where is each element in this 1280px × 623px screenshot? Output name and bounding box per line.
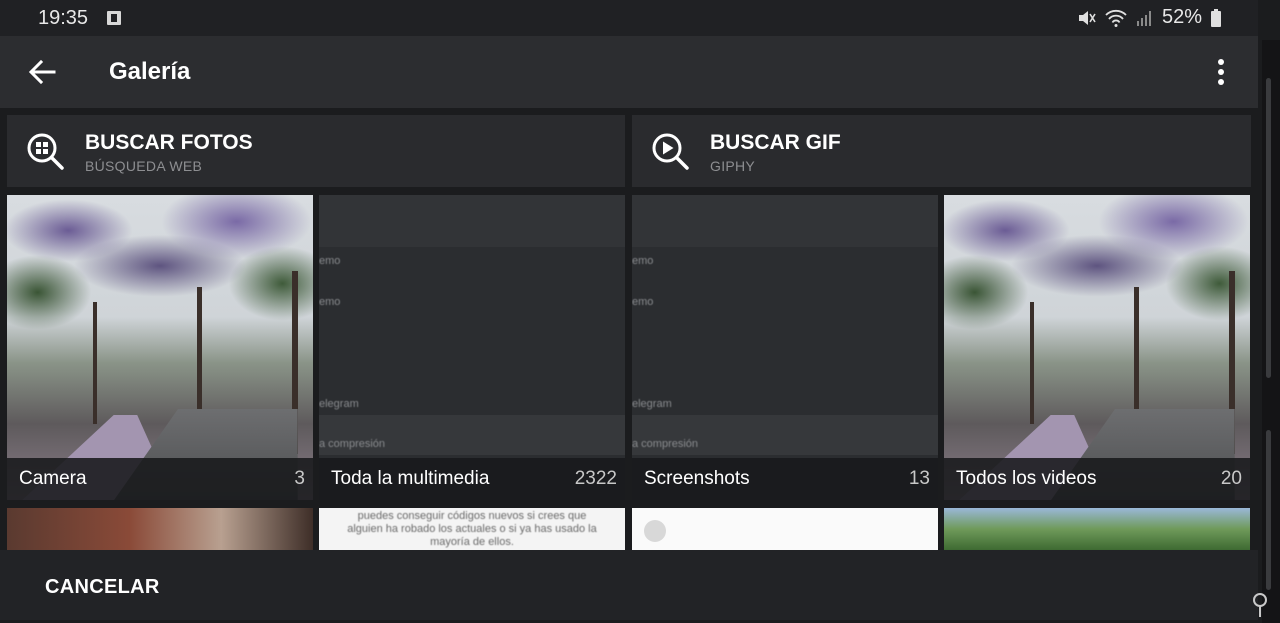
album-tile-partial[interactable]: puedes conseguir códigos nuevos si crees… — [319, 508, 625, 550]
album-thumbnail — [7, 195, 313, 500]
notification-icon — [107, 11, 121, 25]
search-photos-title: BUSCAR FOTOS — [85, 131, 253, 154]
album-caption: Screenshots 13 — [632, 458, 938, 500]
album-name: Todos los videos — [956, 468, 1097, 489]
back-arrow-icon[interactable] — [24, 54, 60, 90]
album-thumbnail — [944, 195, 1250, 500]
preview-text: puedes conseguir códigos nuevos si crees… — [347, 510, 597, 548]
wifi-icon — [1105, 9, 1127, 27]
album-tile-partial[interactable] — [7, 508, 313, 550]
scrollbar-thumb[interactable] — [1266, 78, 1271, 378]
album-count: 3 — [294, 468, 305, 489]
preview-text: elegram — [632, 398, 672, 410]
album-thumbnail: emo emo elegram a compresión — [632, 195, 938, 500]
search-photos-button[interactable]: BUSCAR FOTOS BÚSQUEDA WEB — [7, 115, 625, 187]
status-time: 19:35 — [38, 7, 89, 29]
preview-text: emo — [319, 255, 341, 267]
search-gif-title: BUSCAR GIF — [710, 131, 841, 154]
bottom-bar: CANCELAR — [0, 550, 1258, 620]
page-title: Galería — [109, 58, 191, 85]
search-photos-subtitle: BÚSQUEDA WEB — [85, 158, 203, 174]
album-caption: Toda la multimedia 2322 — [319, 458, 625, 500]
preview-text: a compresión — [319, 438, 386, 450]
preview-text: a compresión — [632, 438, 699, 450]
album-thumbnail: emo emo elegram a compresión — [319, 195, 625, 500]
search-play-icon — [652, 133, 689, 170]
search-gif-button[interactable]: BUSCAR GIF GIPHY — [632, 115, 1251, 187]
preview-text: emo — [632, 296, 654, 308]
album-count: 13 — [908, 468, 930, 489]
app-logo-icon — [644, 520, 666, 542]
album-count: 20 — [1220, 468, 1242, 489]
status-bar: 19:35 52% — [0, 0, 1258, 36]
app-bar: Galería — [0, 36, 1258, 108]
more-options-icon[interactable] — [1206, 54, 1236, 90]
battery-icon — [1211, 8, 1221, 27]
mute-icon — [1078, 10, 1096, 25]
preview-text: emo — [632, 255, 654, 267]
album-tile-partial[interactable] — [632, 508, 938, 550]
scrollbar-track — [1262, 40, 1280, 623]
preview-text: emo — [319, 296, 341, 308]
search-gif-subtitle: GIPHY — [710, 158, 756, 174]
album-name: Toda la multimedia — [331, 468, 490, 489]
album-all-videos[interactable]: Todos los videos 20 — [944, 195, 1250, 500]
album-caption: Camera 3 — [7, 458, 313, 500]
cancel-button[interactable]: CANCELAR — [45, 576, 160, 599]
album-tile-partial[interactable] — [944, 508, 1250, 550]
preview-text: elegram — [319, 398, 359, 410]
album-name: Screenshots — [644, 468, 750, 489]
album-camera[interactable]: Camera 3 — [7, 195, 313, 500]
scrollbar-thumb-secondary — [1266, 430, 1271, 590]
album-screenshots[interactable]: emo emo elegram a compresión Screenshots… — [632, 195, 938, 500]
signal-icon — [1136, 10, 1151, 26]
album-count: 2322 — [574, 468, 617, 489]
status-icons: 52% — [1076, 6, 1222, 29]
location-pin-icon — [1253, 593, 1267, 617]
album-name: Camera — [19, 468, 87, 489]
album-caption: Todos los videos 20 — [944, 458, 1250, 500]
search-grid-icon — [27, 133, 64, 170]
album-all-media[interactable]: emo emo elegram a compresión Toda la mul… — [319, 195, 625, 500]
battery-percent: 52% — [1161, 6, 1202, 28]
